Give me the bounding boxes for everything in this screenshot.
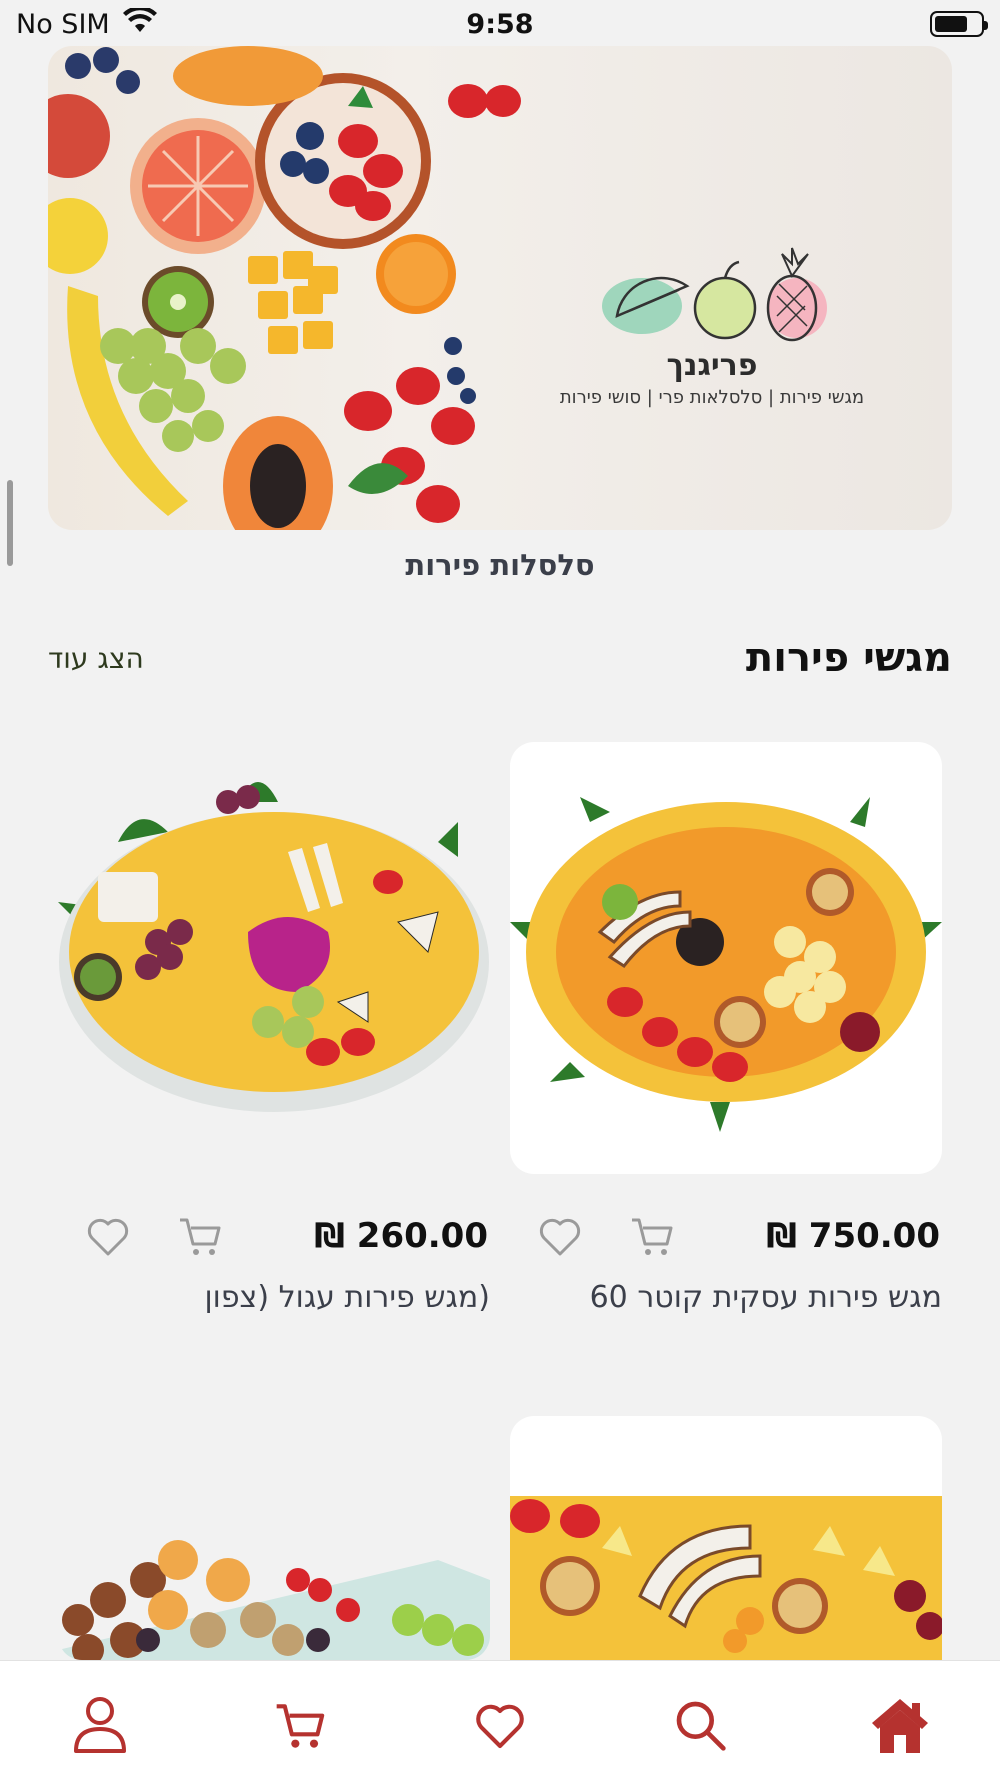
heart-icon: [472, 1697, 528, 1757]
brand-logo: פריגנך מגשי פירות | סלסלאות פרי | סושי פ…: [542, 246, 882, 408]
carrier-label: No SIM: [16, 8, 110, 40]
battery-icon: [930, 11, 988, 37]
cart-icon: [272, 1697, 328, 1757]
home-icon: [870, 1695, 930, 1759]
product-card[interactable]: [510, 1416, 942, 1660]
status-left: No SIM: [16, 5, 158, 41]
product-actions: [512, 1212, 676, 1260]
user-icon: [72, 1695, 128, 1759]
brand-tagline: מגשי פירות | סלסלאות פרי | סושי פירות: [559, 387, 865, 408]
nav-favorites[interactable]: [468, 1695, 532, 1759]
product-name[interactable]: (מגש פירות עגול (צפון: [58, 1280, 490, 1315]
product-price: ₪ 260.00: [314, 1216, 488, 1256]
nav-search[interactable]: [668, 1695, 732, 1759]
wifi-icon: [122, 5, 158, 41]
product-meta: ₪ 750.00: [510, 1212, 942, 1260]
heart-icon[interactable]: [536, 1212, 584, 1260]
bottom-nav: [0, 1660, 1000, 1778]
product-actions: [60, 1212, 224, 1260]
nav-home[interactable]: [868, 1695, 932, 1759]
heart-icon[interactable]: [84, 1212, 132, 1260]
product-name[interactable]: מגש פירות עסקית קוטר 60: [510, 1280, 942, 1315]
search-icon: [672, 1697, 728, 1757]
nav-profile[interactable]: [68, 1695, 132, 1759]
brand-name: פריגנך: [666, 348, 758, 383]
status-bar: No SIM 9:58: [0, 0, 1000, 48]
product-image[interactable]: [510, 742, 942, 1174]
nav-cart[interactable]: [268, 1695, 332, 1759]
show-more-link[interactable]: הצג עוד: [48, 642, 144, 675]
fruit-logo-icon: [602, 247, 827, 342]
product-card[interactable]: ₪ 750.00 מגש פירות עסקית קוטר 60: [510, 742, 942, 1315]
product-image[interactable]: [58, 742, 490, 1174]
product-price: ₪ 750.00: [766, 1216, 940, 1256]
banner-caption[interactable]: סלסלות פירות: [0, 548, 1000, 582]
section-header: מגשי פירות הצג עוד: [48, 630, 952, 686]
cart-icon[interactable]: [176, 1212, 224, 1260]
product-card[interactable]: [58, 1500, 490, 1660]
section-title: מגשי פירות: [745, 635, 952, 681]
product-card[interactable]: ₪ 260.00 (מגש פירות עגול (צפון: [58, 742, 490, 1315]
product-meta: ₪ 260.00: [58, 1212, 490, 1260]
hero-banner[interactable]: פריגנך מגשי פירות | סלסלאות פרי | סושי פ…: [48, 46, 952, 530]
product-image[interactable]: [58, 1500, 490, 1660]
cart-icon[interactable]: [628, 1212, 676, 1260]
fruit-arrangement-image: [48, 46, 521, 530]
product-image[interactable]: [510, 1416, 942, 1660]
